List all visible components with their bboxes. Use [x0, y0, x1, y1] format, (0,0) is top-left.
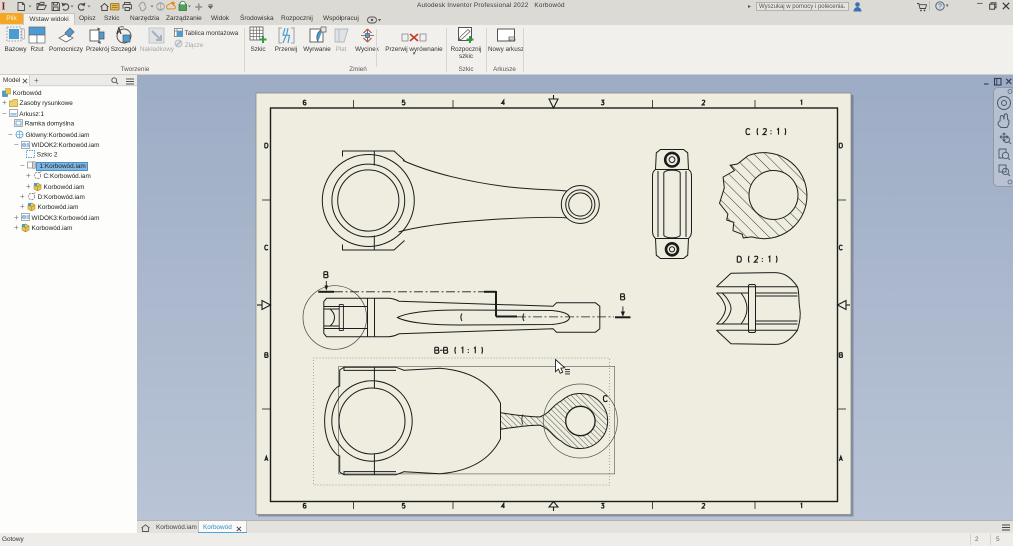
svg-text:arkusz: arkusz: [509, 38, 516, 42]
svg-text:I: I: [2, 2, 6, 13]
svg-text:A: A: [116, 27, 122, 36]
svg-text:?: ?: [938, 4, 942, 11]
